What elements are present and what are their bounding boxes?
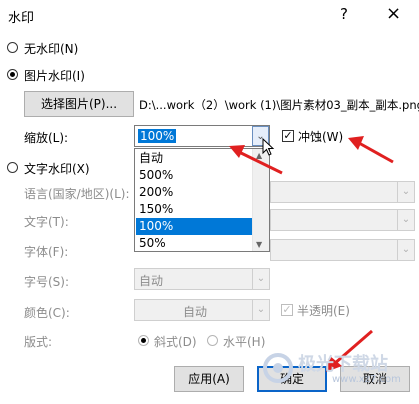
text-watermark-radio[interactable] <box>7 162 18 173</box>
scale-option-selected[interactable]: 100% <box>136 218 253 235</box>
chevron-down-icon: ⌄ <box>397 240 414 260</box>
layout-diagonal-label: 斜式(D) <box>154 335 197 349</box>
dialog-title: 水印 <box>8 11 35 26</box>
language-combobox[interactable]: ⌄ <box>270 181 415 203</box>
washout-label: 冲蚀(W) <box>298 130 344 144</box>
select-picture-button[interactable]: 选择图片(P)... <box>24 91 134 117</box>
layout-label: 版式: <box>24 335 53 349</box>
color-combobox[interactable]: 自动 ⌄ <box>134 299 270 321</box>
title-bar <box>0 0 419 30</box>
scale-option[interactable]: 150% <box>136 201 253 218</box>
semitransparent-label: 半透明(E) <box>297 304 350 318</box>
chevron-down-icon: ⌄ <box>397 182 414 202</box>
picture-file-path: D:\...work（2）\work (1)\图片素材03_副本_副本.png <box>139 98 419 112</box>
size-combobox[interactable]: 自动 ⌄ <box>134 268 270 290</box>
annotation-arrow-icon <box>348 136 394 164</box>
picture-watermark-radio[interactable] <box>7 69 18 80</box>
annotation-arrow-icon <box>229 145 283 175</box>
text-label: 文字(T): <box>24 215 69 229</box>
semitransparent-checkbox[interactable]: ✓ <box>281 304 293 316</box>
scale-option[interactable]: 50% <box>136 235 253 252</box>
font-label: 字体(F): <box>24 245 69 259</box>
scale-label: 缩放(L): <box>24 131 69 145</box>
picture-watermark-label: 图片水印(I) <box>24 69 85 83</box>
chevron-down-icon: ⌄ <box>397 210 414 230</box>
site-watermark-url: www.xz7.com <box>332 374 401 385</box>
scroll-down-icon[interactable]: ▼ <box>256 240 262 249</box>
size-value: 自动 <box>139 274 164 288</box>
color-value: 自动 <box>183 305 208 319</box>
apply-button[interactable]: 应用(A) <box>174 366 244 392</box>
chevron-down-icon: ⌄ <box>252 300 269 320</box>
site-logo-icon <box>263 353 293 383</box>
scale-value: 100% <box>138 129 177 143</box>
scale-option[interactable]: 200% <box>136 184 253 201</box>
layout-horizontal-radio[interactable] <box>207 335 218 346</box>
close-button[interactable]: × <box>386 3 401 24</box>
language-label: 语言(国家/地区)(L): <box>24 187 130 201</box>
help-button[interactable]: ? <box>340 5 348 23</box>
layout-diagonal-radio[interactable] <box>138 335 149 346</box>
site-watermark-text: 极光下载站 <box>298 354 388 375</box>
color-label: 颜色(C): <box>24 306 70 320</box>
no-watermark-radio[interactable] <box>7 42 18 53</box>
text-combobox[interactable]: ⌄ <box>270 209 415 231</box>
font-combobox[interactable]: ⌄ <box>270 239 415 261</box>
layout-horizontal-label: 水平(H) <box>223 335 266 349</box>
no-watermark-label: 无水印(N) <box>24 42 79 56</box>
chevron-down-icon: ⌄ <box>252 269 269 289</box>
text-watermark-label: 文字水印(X) <box>24 162 90 176</box>
size-label: 字号(S): <box>24 275 70 289</box>
